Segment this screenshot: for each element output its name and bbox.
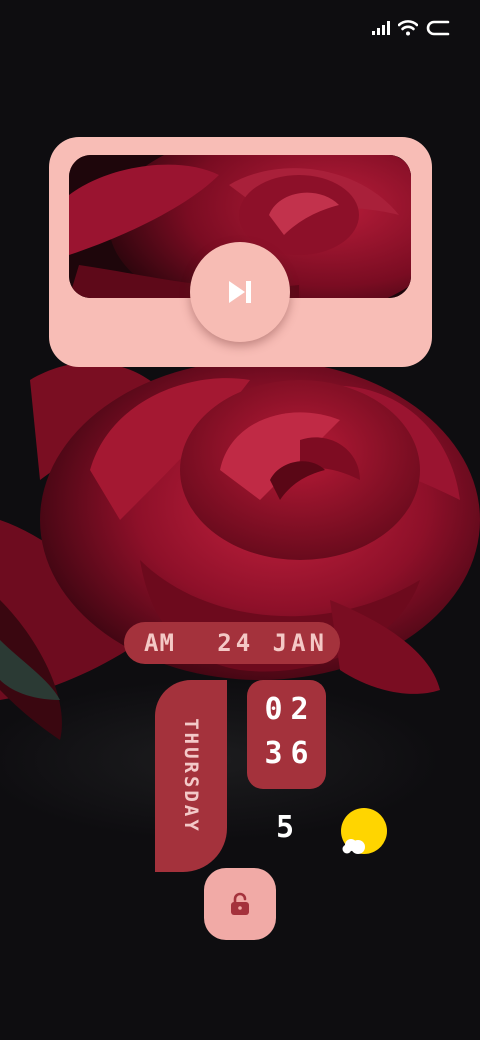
date-pill: AM 24 JAN bbox=[124, 622, 340, 664]
am-pm-label: AM bbox=[144, 629, 175, 657]
media-widget[interactable] bbox=[49, 137, 432, 367]
skip-next-button[interactable] bbox=[190, 242, 290, 342]
minutes-label: 36 bbox=[264, 736, 317, 771]
unlock-icon bbox=[231, 892, 249, 915]
skip-next-icon bbox=[229, 281, 251, 303]
hours-label: 02 bbox=[264, 692, 317, 727]
wifi-icon bbox=[398, 20, 418, 36]
time-card: 02 36 bbox=[247, 680, 326, 789]
signal-icon bbox=[372, 21, 390, 35]
day-card: THURSDAY bbox=[155, 680, 227, 872]
date-label: 24 JAN bbox=[217, 629, 328, 657]
day-of-week-label: THURSDAY bbox=[180, 718, 202, 834]
partly-cloudy-icon bbox=[341, 808, 387, 854]
battery-icon bbox=[426, 20, 450, 36]
unlock-button[interactable] bbox=[204, 868, 276, 940]
status-bar bbox=[372, 14, 452, 42]
temperature-label: 5 bbox=[275, 810, 295, 845]
